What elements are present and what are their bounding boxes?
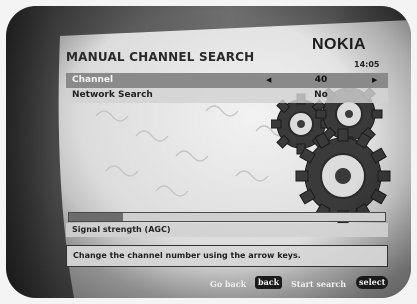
channel-value: 40 [314, 75, 328, 85]
arrow-right-icon[interactable]: ▶ [372, 76, 377, 84]
select-key-button[interactable]: select [356, 276, 389, 289]
page-title: MANUAL CHANNEL SEARCH [66, 50, 255, 64]
channel-label: Channel [72, 75, 114, 85]
channel-row[interactable]: Channel ◀ 40 ▶ [66, 73, 388, 88]
network-search-value: No [314, 90, 328, 100]
back-key-button[interactable]: back [255, 276, 283, 289]
tv-screen: MANUAL CHANNEL SEARCH NOKIA 14:05 Channe… [6, 6, 411, 298]
clock: 14:05 [354, 60, 380, 69]
signal-strength-fill [69, 213, 123, 221]
network-search-label: Network Search [72, 90, 153, 100]
network-search-row[interactable]: Network Search No [66, 88, 388, 103]
start-search-label: Start search [291, 279, 347, 289]
signal-strength-label: Signal strength (AGC) [66, 223, 388, 237]
brand-logo: NOKIA [312, 36, 367, 53]
help-text: Change the channel number using the arro… [66, 245, 388, 267]
go-back-label: Go back [210, 279, 247, 289]
signal-strength-bar [68, 212, 386, 222]
